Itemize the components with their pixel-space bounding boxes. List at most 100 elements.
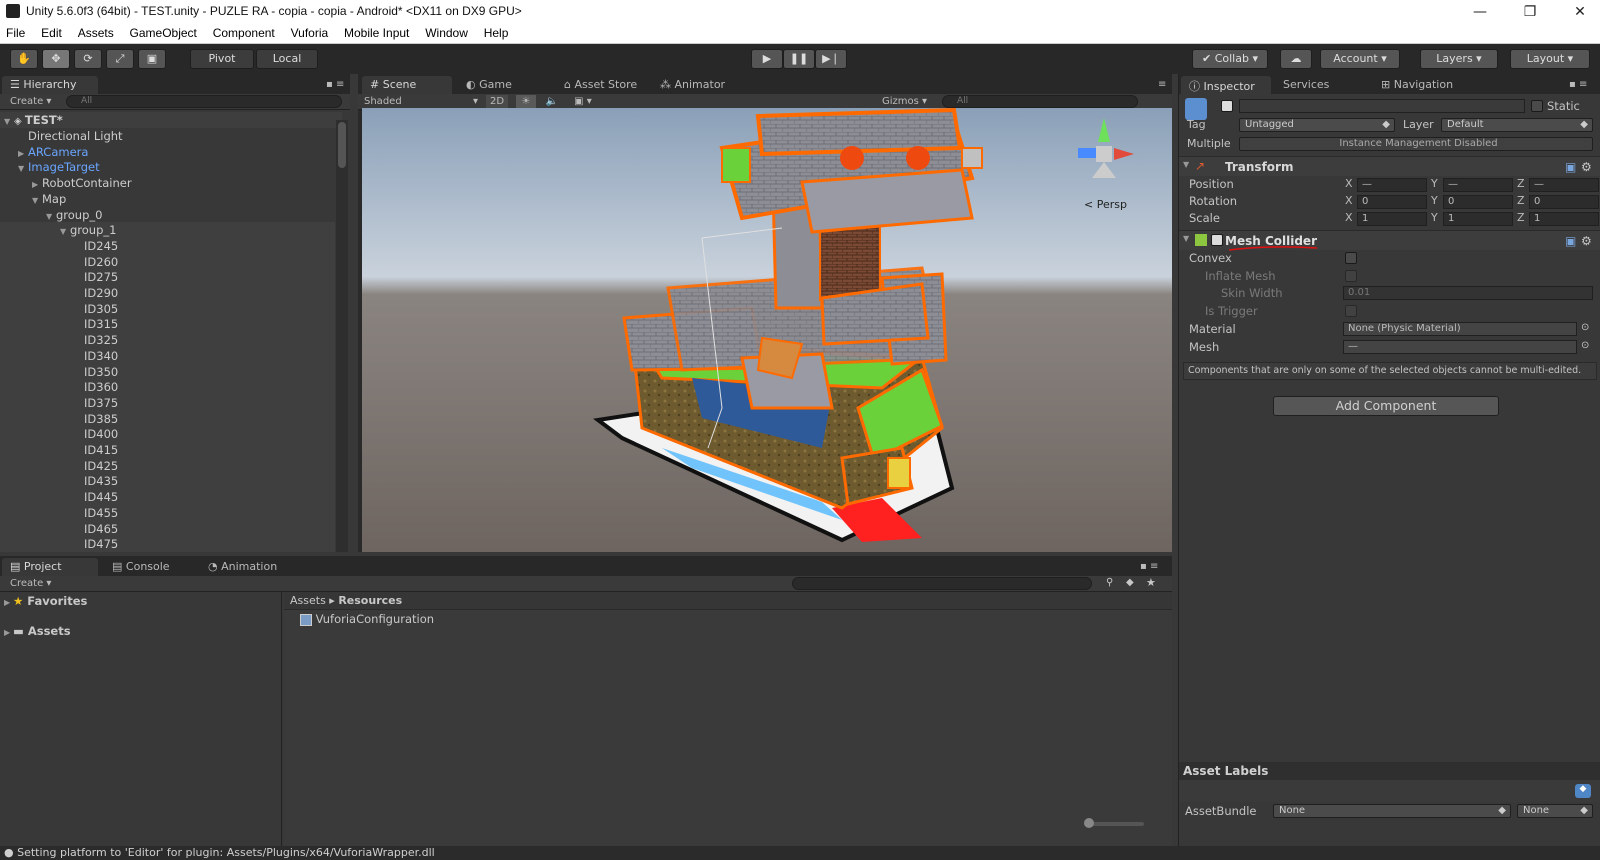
scale-z-field[interactable]: 1	[1529, 212, 1599, 226]
scene-viewport[interactable]: < Persp	[362, 108, 1172, 552]
hierarchy-item[interactable]: ID325	[0, 332, 335, 349]
layers-dropdown[interactable]: Layers ▾	[1420, 49, 1498, 69]
tab-services[interactable]: Services	[1275, 76, 1363, 94]
hierarchy-item[interactable]: ▶ ARCamera	[0, 144, 335, 160]
convex-checkbox[interactable]	[1345, 252, 1357, 264]
mesh-collider-enabled-checkbox[interactable]	[1211, 234, 1223, 246]
move-tool-button[interactable]: ✥	[42, 49, 70, 69]
menu-gameobject[interactable]: GameObject	[124, 24, 203, 42]
close-button[interactable]: ✕	[1560, 2, 1600, 22]
tag-dropdown[interactable]: Untagged ◆	[1239, 118, 1395, 132]
position-y-field[interactable]: —	[1443, 178, 1513, 192]
gizmos-dropdown[interactable]: Gizmos ▾	[882, 95, 927, 109]
rotation-y-field[interactable]: 0	[1443, 195, 1513, 209]
collab-button[interactable]: ✔ Collab ▾	[1192, 49, 1268, 69]
icon-size-slider-thumb[interactable]	[1084, 818, 1094, 828]
project-search-input[interactable]	[792, 577, 1092, 590]
hierarchy-item[interactable]: ID305	[0, 300, 335, 317]
rotation-z-field[interactable]: 0	[1529, 195, 1599, 209]
help-icon[interactable]: ▣	[1565, 160, 1576, 174]
object-picker-icon[interactable]: ⊙	[1581, 340, 1589, 351]
project-menu-icon[interactable]: ▪ ≡	[1140, 560, 1158, 574]
cloud-button[interactable]: ☁	[1280, 49, 1312, 69]
transform-section-header[interactable]: ▼ ↗ Transform ▣ ⚙	[1179, 156, 1600, 176]
assetbundle-variant-dropdown[interactable]: None ◆	[1517, 804, 1593, 818]
material-field[interactable]: None (Physic Material)	[1343, 322, 1577, 336]
local-toggle[interactable]: Local	[256, 49, 318, 69]
lighting-toggle[interactable]: ☀	[516, 95, 536, 109]
hierarchy-item[interactable]: ID425	[0, 457, 335, 474]
menu-component[interactable]: Component	[207, 24, 281, 42]
effects-dropdown[interactable]: ▣ ▾	[568, 95, 598, 109]
label-tag-icon[interactable]: ◆	[1575, 784, 1591, 798]
breadcrumb-assets[interactable]: Assets	[290, 594, 326, 607]
menu-assets[interactable]: Assets	[72, 24, 120, 42]
menu-edit[interactable]: Edit	[35, 24, 68, 42]
settings-gear-icon[interactable]: ⚙	[1581, 160, 1592, 174]
tab-inspector[interactable]: ⓘ Inspector	[1181, 76, 1271, 94]
hierarchy-item[interactable]: ▼ group_1	[0, 222, 335, 239]
add-component-button[interactable]: Add Component	[1273, 396, 1499, 416]
rotation-x-field[interactable]: 0	[1357, 195, 1427, 209]
scale-tool-button[interactable]: ⤢	[106, 49, 134, 69]
position-x-field[interactable]: —	[1357, 178, 1427, 192]
pause-button[interactable]: ❚❚	[783, 49, 815, 69]
hierarchy-item[interactable]: ID260	[0, 253, 335, 270]
hierarchy-item[interactable]: ID315	[0, 316, 335, 333]
menu-file[interactable]: File	[0, 24, 31, 42]
position-z-field[interactable]: —	[1529, 178, 1599, 192]
favorite-star-icon[interactable]: ★	[1146, 576, 1156, 589]
menu-help[interactable]: Help	[478, 24, 515, 42]
status-message[interactable]: Setting platform to 'Editor' for plugin:…	[17, 846, 435, 859]
hierarchy-item[interactable]: ID455	[0, 504, 335, 521]
static-checkbox[interactable]	[1531, 100, 1543, 112]
hierarchy-item[interactable]: ▶ RobotContainer	[0, 175, 335, 191]
hierarchy-scrollbar[interactable]	[336, 120, 348, 552]
scene-search-input[interactable]: All	[942, 95, 1138, 108]
favorites-item[interactable]: ▶ ★ Favorites	[4, 594, 87, 608]
shading-mode-dropdown[interactable]: Shaded ▾	[364, 95, 480, 109]
project-create-button[interactable]: Create ▾	[10, 577, 51, 591]
hierarchy-item[interactable]: ID350	[0, 363, 335, 380]
tab-asset-store[interactable]: ⌂ Asset Store	[556, 76, 656, 94]
active-checkbox[interactable]	[1221, 100, 1233, 112]
pivot-toggle[interactable]: Pivot	[190, 49, 254, 69]
menu-mobile-input[interactable]: Mobile Input	[338, 24, 415, 42]
hierarchy-item[interactable]: ID475	[0, 536, 335, 552]
hierarchy-item[interactable]: ID275	[0, 269, 335, 286]
toggle-2d-button[interactable]: 2D	[486, 95, 508, 109]
hierarchy-item[interactable]: ▼ group_0	[0, 207, 335, 223]
hierarchy-item[interactable]: ID375	[0, 394, 335, 411]
object-picker-icon[interactable]: ⊙	[1581, 322, 1589, 333]
tab-project[interactable]: ▤ Project	[2, 558, 98, 576]
tab-console[interactable]: ▤ Console	[104, 558, 196, 576]
menu-vuforia[interactable]: Vuforia	[285, 24, 335, 42]
hierarchy-item[interactable]: ID435	[0, 473, 335, 490]
settings-gear-icon[interactable]: ⚙	[1581, 234, 1592, 248]
scene-panel-menu-icon[interactable]: ≡	[1158, 78, 1166, 92]
inspector-menu-icon[interactable]: ▪ ≡	[1569, 78, 1587, 92]
hierarchy-item[interactable]: ID465	[0, 520, 335, 537]
hand-tool-button[interactable]: ✋	[10, 49, 38, 69]
name-field[interactable]	[1239, 99, 1525, 113]
layout-dropdown[interactable]: Layout ▾	[1510, 49, 1590, 69]
hierarchy-item[interactable]: ID290	[0, 285, 335, 301]
tab-scene[interactable]: # Scene	[362, 76, 452, 94]
hierarchy-item[interactable]: Directional Light	[0, 128, 335, 144]
account-dropdown[interactable]: Account ▾	[1320, 49, 1400, 69]
mesh-collider-section-header[interactable]: ▼ Mesh Collider ▣ ⚙	[1179, 230, 1600, 251]
step-button[interactable]: ▶❘	[815, 49, 847, 69]
scale-x-field[interactable]: 1	[1357, 212, 1427, 226]
hierarchy-item[interactable]: ID360	[0, 379, 335, 396]
filter-by-label-icon[interactable]: ◆	[1126, 577, 1134, 588]
rect-tool-button[interactable]: ▣	[138, 49, 166, 69]
tab-animator[interactable]: ⁂ Animator	[652, 76, 752, 94]
audio-toggle[interactable]: 🔈	[542, 95, 562, 109]
hierarchy-item[interactable]: ID245	[0, 237, 335, 254]
scale-y-field[interactable]: 1	[1443, 212, 1513, 226]
hierarchy-item[interactable]: ID340	[0, 347, 335, 364]
tab-animation[interactable]: ◔ Animation	[200, 558, 300, 576]
play-button[interactable]: ▶	[751, 49, 783, 69]
mesh-field[interactable]: —	[1343, 340, 1577, 354]
file-item[interactable]: VuforiaConfiguration	[300, 612, 434, 626]
